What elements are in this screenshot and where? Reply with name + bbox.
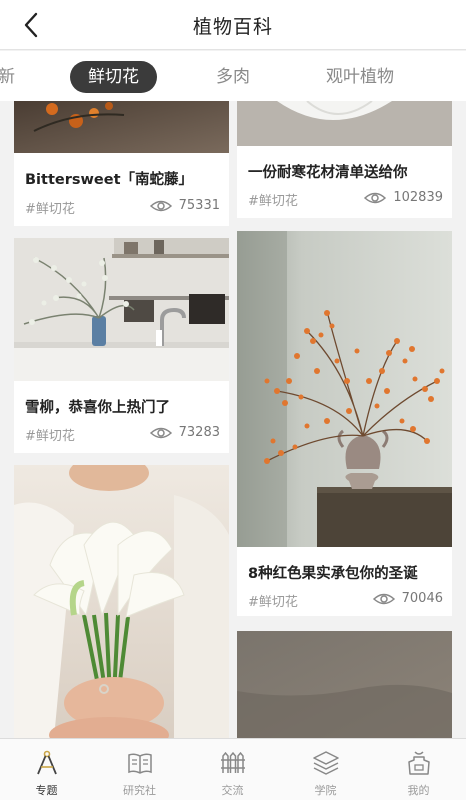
pencil-compass-icon (32, 748, 62, 778)
nav-label: 我的 (407, 784, 430, 797)
eye-icon (364, 192, 387, 203)
article-image (14, 465, 229, 738)
article-image (14, 101, 229, 153)
page-title: 植物百科 (192, 16, 273, 38)
view-count-value: 73283 (178, 425, 220, 440)
nav-label: 专题 (35, 784, 58, 797)
apron-icon (404, 748, 434, 778)
article-tag[interactable]: #鲜切花 (25, 425, 75, 444)
tab-succulents[interactable]: 多肉 (216, 61, 250, 93)
article-title: 雪柳，恭喜你上热门了 (25, 400, 170, 416)
article-tag[interactable]: #鲜切花 (248, 190, 298, 209)
article-image (237, 631, 452, 738)
nav-profile[interactable]: 我的 (372, 739, 465, 800)
nav-label: 研究社 (123, 784, 156, 797)
view-count: 102839 (364, 190, 443, 205)
tab-cut-flowers[interactable]: 鲜切花 (70, 61, 157, 93)
view-count-value: 75331 (178, 198, 220, 213)
book-icon (125, 748, 155, 778)
article-title: 8种红色果实承包你的圣诞 (248, 566, 418, 582)
view-count: 75331 (149, 198, 220, 213)
layers-icon (311, 748, 341, 778)
app-root: 植物百科 新 鲜切花 多肉 观叶植物 Bittersweet「南蛇藤」 #鲜切花… (0, 0, 466, 800)
article-card[interactable]: Bittersweet「南蛇藤」 #鲜切花 75331 (14, 101, 229, 226)
nav-label: 学院 (314, 784, 337, 797)
article-image (237, 231, 452, 547)
article-tag[interactable]: #鲜切花 (248, 591, 298, 610)
nav-academy[interactable]: 学院 (279, 739, 372, 800)
article-title: 一份耐寒花材清单送给你 (248, 165, 408, 181)
nav-label: 交流 (221, 784, 244, 797)
top-bar: 植物百科 (0, 0, 466, 50)
view-count: 73283 (149, 425, 220, 440)
eye-icon (149, 427, 172, 438)
article-card[interactable]: 一份耐寒花材清单送给你 #鲜切花 102839 (237, 101, 452, 218)
article-image (237, 101, 452, 146)
eye-icon (149, 200, 172, 211)
tab-new[interactable]: 新 (0, 61, 15, 93)
nav-community[interactable]: 交流 (186, 739, 279, 800)
fence-icon (218, 748, 248, 778)
tab-foliage-plants[interactable]: 观叶植物 (326, 61, 394, 93)
nav-research[interactable]: 研究社 (93, 739, 186, 800)
article-card[interactable]: 8种红色果实承包你的圣诞 #鲜切花 70046 (237, 231, 452, 616)
article-image (14, 238, 229, 381)
article-card[interactable]: 雪柳，恭喜你上热门了 #鲜切花 73283 (14, 238, 229, 453)
view-count-value: 102839 (393, 190, 443, 205)
article-card[interactable] (237, 631, 452, 738)
nav-topics[interactable]: 专题 (0, 739, 93, 800)
article-tag[interactable]: #鲜切花 (25, 198, 75, 217)
view-count: 70046 (372, 591, 443, 606)
eye-icon (372, 593, 395, 604)
article-title: Bittersweet「南蛇藤」 (25, 172, 193, 188)
view-count-value: 70046 (401, 591, 443, 606)
article-card[interactable] (14, 465, 229, 738)
article-feed[interactable]: Bittersweet「南蛇藤」 #鲜切花 75331 一份耐寒花材清单送给你 … (0, 101, 466, 738)
category-tabs: 新 鲜切花 多肉 观叶植物 (0, 51, 466, 101)
bottom-navigation: 专题 研究社 交流 学院 我的 (0, 738, 466, 800)
